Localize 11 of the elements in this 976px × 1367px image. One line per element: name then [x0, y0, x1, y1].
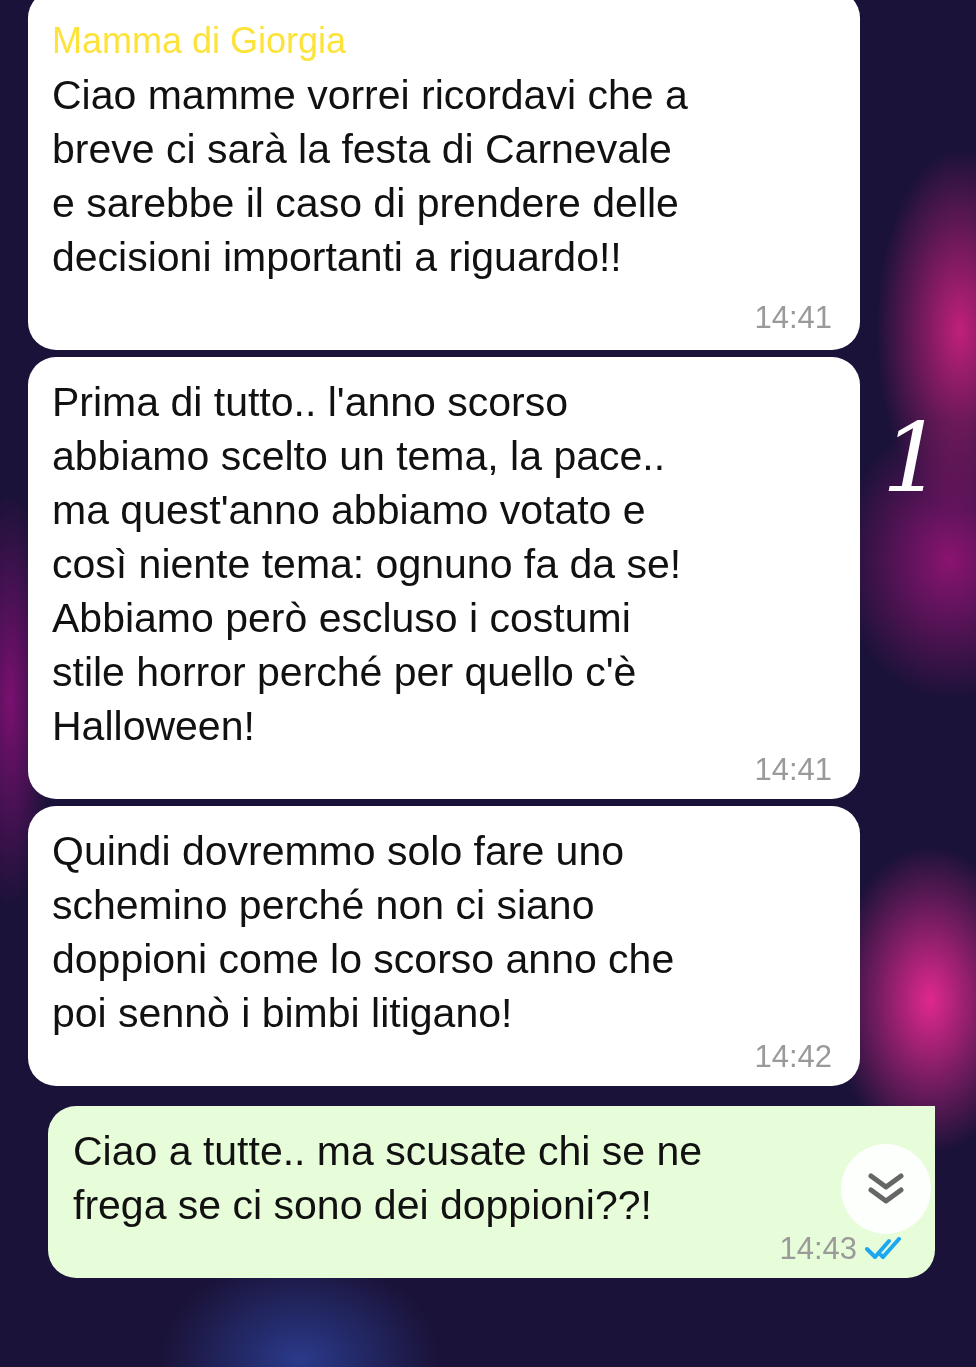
message-text: Ciao a tutte.. ma scusate chi se ne frega se ci sono dei doppioni??! [73, 1127, 702, 1230]
handwritten-number: 1 [882, 410, 944, 506]
message-time: 14:41 [754, 300, 832, 336]
message-text: Ciao mamme vorrei ricordavi che a breve ci sarà la festa di Carnevale e sarebbe il caso di prendere delle decisioni importanti a riguardo!! [52, 71, 688, 282]
message-time: 14:42 [754, 1039, 832, 1075]
message-time: 14:43 [779, 1231, 857, 1267]
double-chevron-down-icon [867, 1172, 905, 1206]
message-time: 14:41 [754, 752, 832, 788]
message-text: Prima di tutto.. l'anno scorso abbiamo scelto un tema, la pace.. ma quest'anno abbiamo votato e così niente tema: ognuno fa da se! Abbiamo però escluso i costumi stile horror perché per quello c'è Halloween! [52, 378, 682, 751]
sender-name: Mamma di Giorgia [52, 19, 347, 63]
message-text: Quindi dovremmo solo fare uno schemino perché non ci siano doppioni come lo scorso anno che poi sennò i bimbi litigano! [52, 827, 675, 1038]
